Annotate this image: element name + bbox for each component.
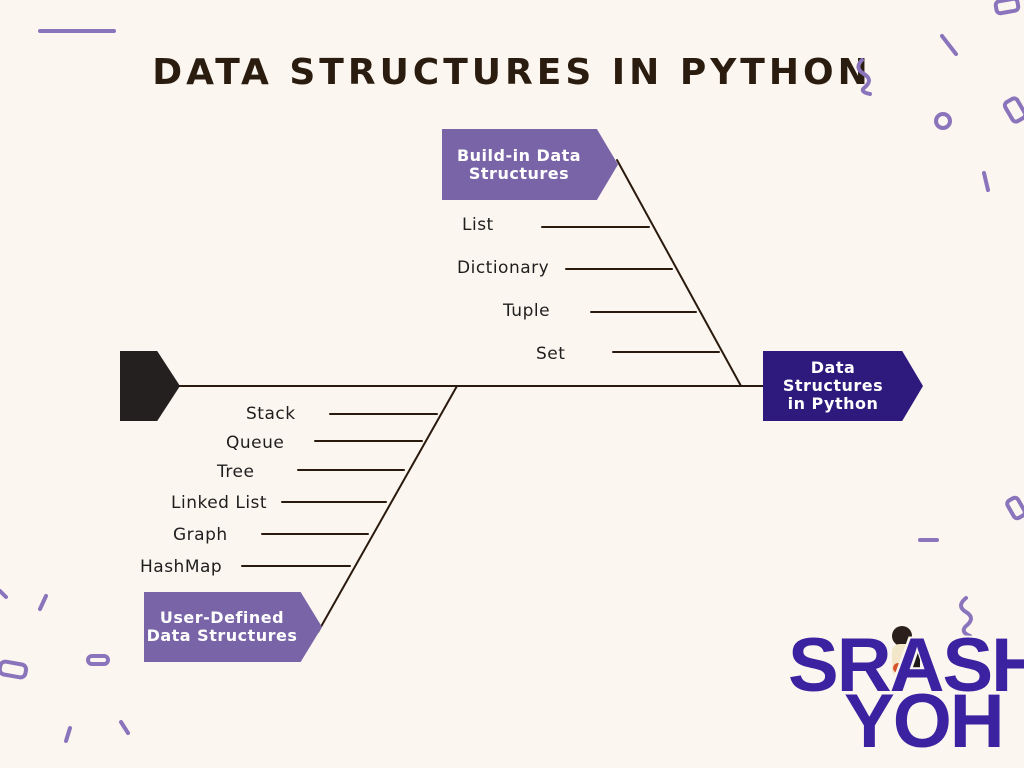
label-tuple: Tuple <box>503 301 551 321</box>
builtin-category-box: Build-in Data Structures <box>442 129 618 200</box>
label-stack: Stack <box>246 404 296 424</box>
label-list: List <box>462 215 494 235</box>
label-set: Set <box>536 344 566 364</box>
user-defined-category-box: User-Defined Data Structures <box>144 592 322 662</box>
label-tree: Tree <box>217 462 255 482</box>
label-graph: Graph <box>173 525 228 545</box>
brand-logo: SRASH YOH <box>788 622 1024 764</box>
fishbone-diagram: DATA STRUCTURES IN PYTHON Build-in Data … <box>0 0 1024 768</box>
user-branch-line <box>317 385 458 633</box>
fish-head-box: Data Structures in Python <box>763 351 923 421</box>
label-hashmap: HashMap <box>140 557 223 577</box>
label-dictionary: Dictionary <box>457 258 550 278</box>
logo-text-line2: YOH <box>844 679 1005 764</box>
label-linked-list: Linked List <box>171 493 268 513</box>
label-queue: Queue <box>226 433 285 453</box>
